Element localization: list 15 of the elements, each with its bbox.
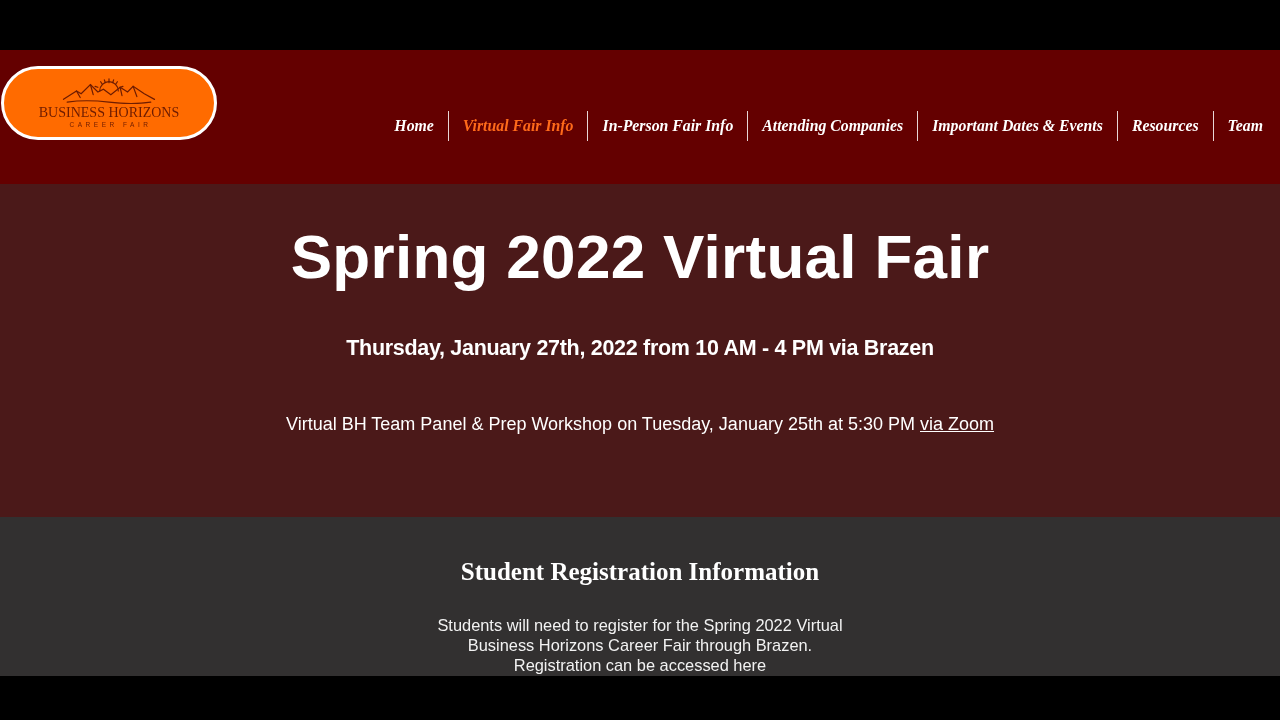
mountain-sun-icon bbox=[61, 78, 157, 104]
registration-heading: Student Registration Information bbox=[459, 557, 821, 587]
nav-link[interactable]: Virtual Fair Info bbox=[448, 111, 588, 141]
hero-title: Spring 2022 Virtual Fair bbox=[289, 221, 991, 293]
nav-link[interactable]: Team bbox=[1213, 111, 1263, 141]
workshop-text: Virtual BH Team Panel & Prep Workshop on Tuesday, January 25th at 5:30 PM via Zoom bbox=[284, 413, 996, 436]
zoom-link[interactable]: via Zoom bbox=[920, 414, 995, 434]
logo-title: BUSINESS HORIZONS bbox=[38, 105, 180, 120]
nav-link[interactable]: Attending Companies bbox=[748, 111, 918, 141]
registration-paragraph: Students will need to register for the Spring 2022 Virtual Business Horizons Career Fair through Brazen. Registration can be accessed here bbox=[436, 615, 844, 675]
event-date-text: Thursday, January 27th, 2022 from 10 AM - 4 PM via Brazen bbox=[345, 335, 935, 362]
nav-link[interactable]: Important Dates & Events bbox=[918, 111, 1117, 141]
nav-link[interactable]: In-Person Fair Info bbox=[588, 111, 748, 141]
nav-link[interactable]: Home bbox=[380, 111, 448, 141]
nav-link[interactable]: Resources bbox=[1117, 111, 1213, 141]
